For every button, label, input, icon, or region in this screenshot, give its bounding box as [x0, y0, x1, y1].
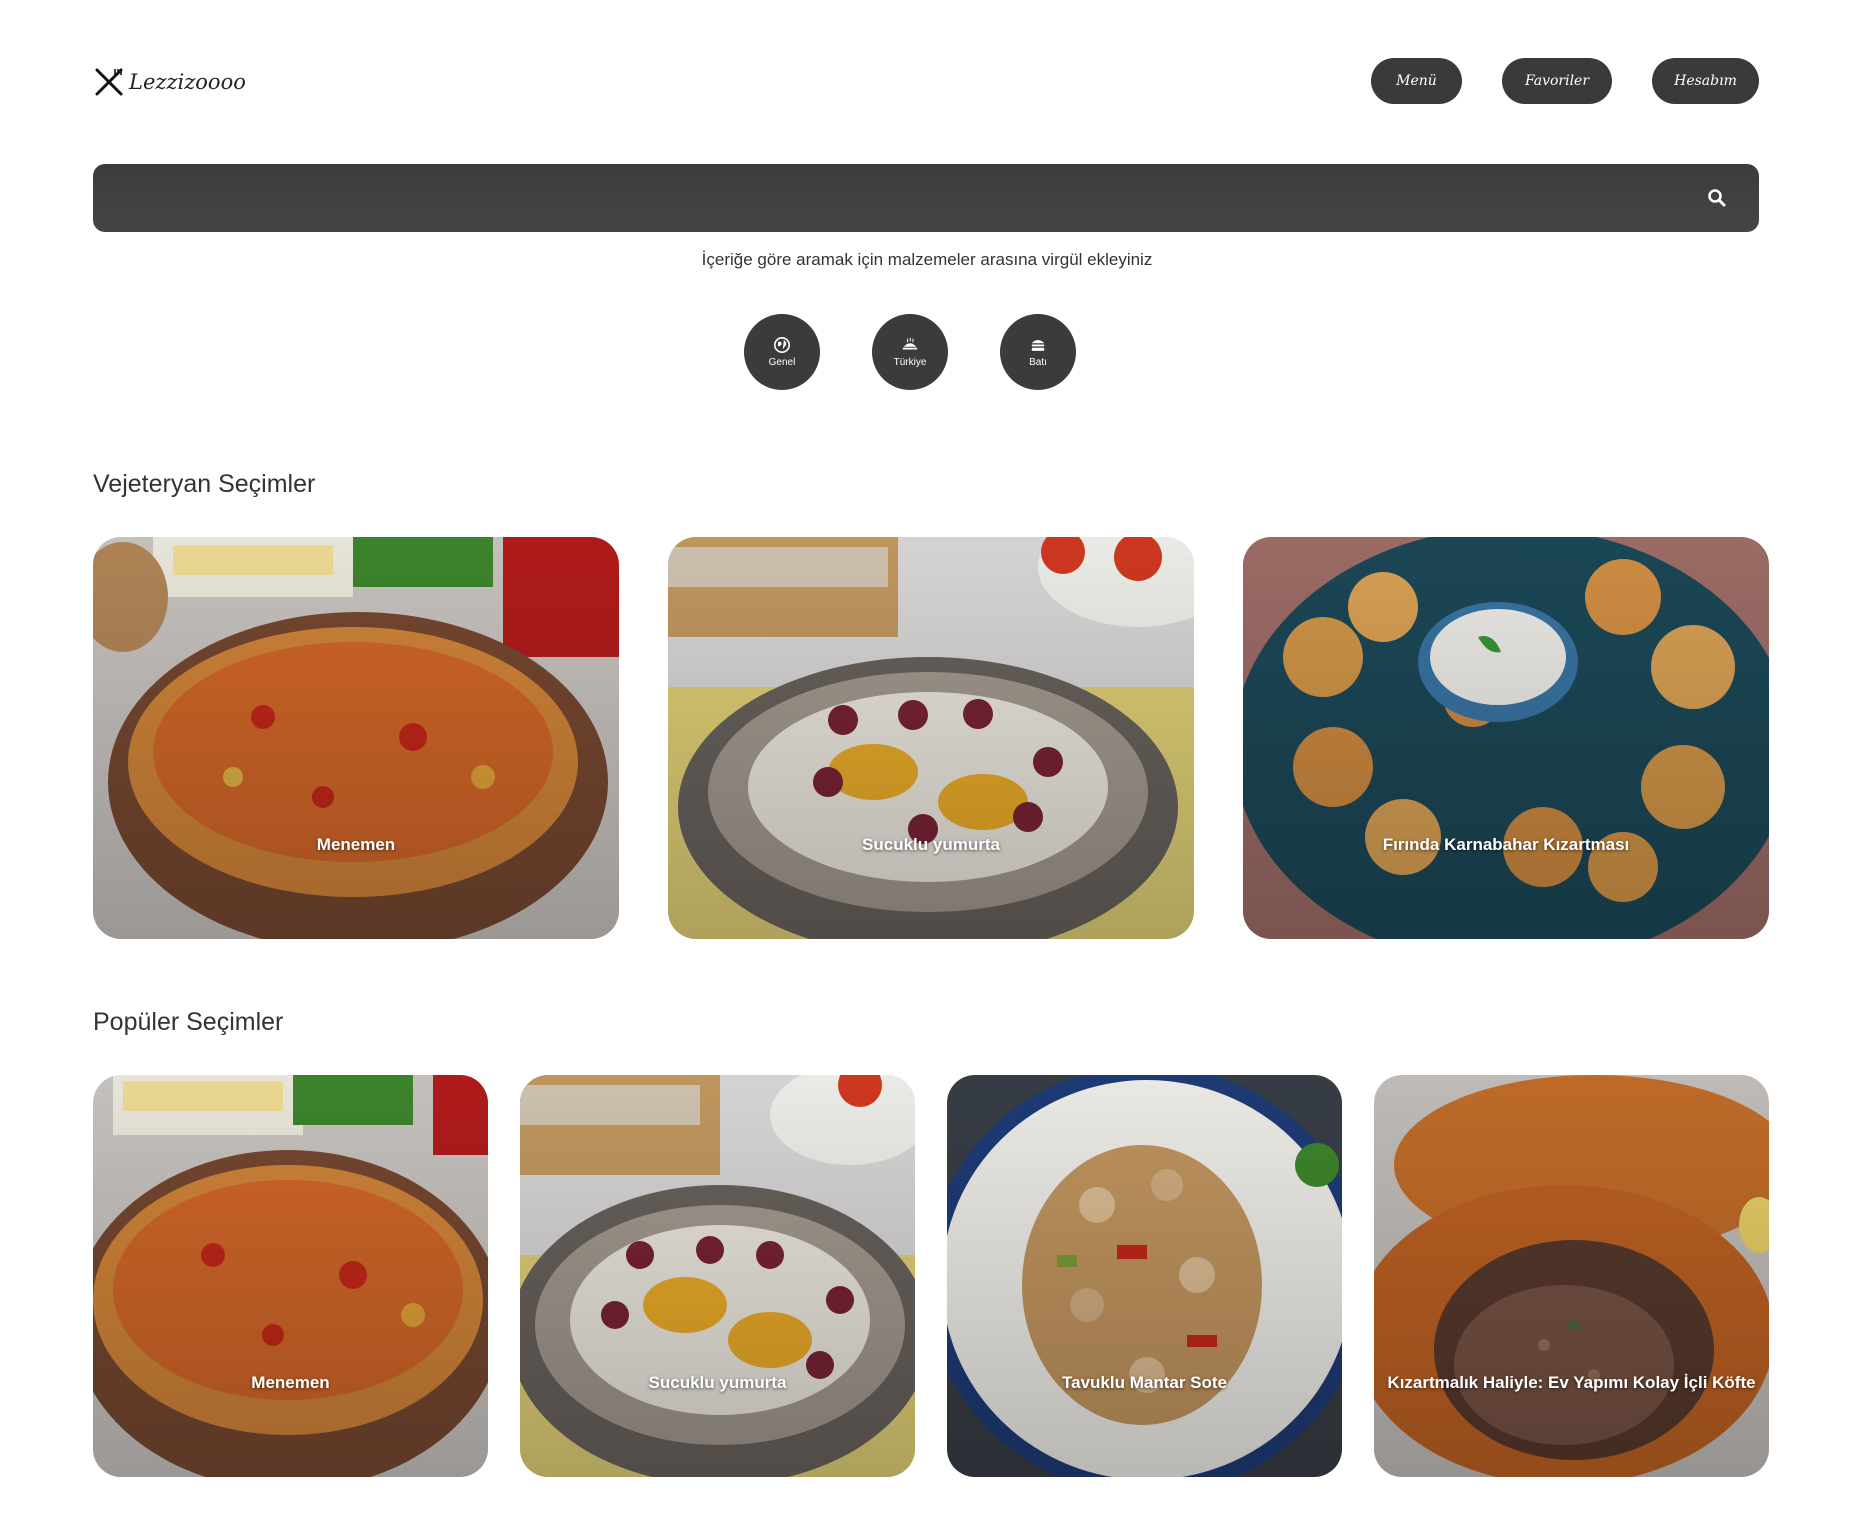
category-turkey[interactable]: Türkiye — [872, 314, 948, 390]
recipe-card-label: Menemen — [251, 1373, 330, 1392]
turkey-food-icon — [902, 337, 918, 350]
recipe-card-label: Tavuklu Mantar Sote — [1062, 1373, 1227, 1392]
recipe-card-label: Sucuklu yumurta — [862, 835, 1000, 854]
card-shade — [520, 1075, 915, 1477]
recipe-card-tavuklu-mantar-sote[interactable]: Tavuklu Mantar Sote — [947, 1075, 1342, 1477]
category-west[interactable]: Batı — [1000, 314, 1076, 390]
search-hint: İçeriğe göre aramak için malzemeler aras… — [701, 250, 1153, 269]
category-label: Türkiye — [893, 357, 927, 368]
recipe-card-menemen[interactable]: Menemen — [93, 1075, 488, 1477]
favorites-button[interactable]: Favoriler — [1502, 58, 1612, 104]
card-shade — [93, 1075, 488, 1477]
category-filters: Genel Türkiye Batı — [744, 314, 1076, 390]
top-nav: Menü Favoriler Hesabım — [1371, 58, 1759, 104]
category-label: Batı — [1029, 357, 1047, 368]
recipe-card-sucuklu-yumurta[interactable]: Sucuklu yumurta — [520, 1075, 915, 1477]
header: Lezzizoooo Menü Favoriler Hesabım — [93, 58, 1759, 106]
search-icon[interactable] — [1705, 186, 1729, 210]
account-button[interactable]: Hesabım — [1652, 58, 1759, 104]
recipe-card-sucuklu-yumurta[interactable]: Sucuklu yumurta — [668, 537, 1194, 939]
card-shade — [947, 1075, 1342, 1477]
recipe-card-label: Sucuklu yumurta — [648, 1373, 787, 1392]
category-label: Genel — [768, 357, 796, 368]
section-title-popular: Popüler Seçimler — [93, 1008, 284, 1036]
search-bar — [93, 164, 1759, 234]
category-general[interactable]: Genel — [744, 314, 820, 390]
card-shade — [93, 537, 619, 939]
card-shade — [1243, 537, 1769, 939]
recipe-card-menemen[interactable]: Menemen — [93, 537, 619, 939]
card-shade — [668, 537, 1194, 939]
globe-icon — [773, 336, 791, 354]
recipe-card-label: Kızartmalık Haliyle: Ev Yapımı Kolay İçl… — [1387, 1373, 1756, 1392]
recipe-card-karnabahar[interactable]: Fırında Karnabahar Kızartması — [1243, 537, 1769, 939]
search-input[interactable] — [113, 164, 1677, 234]
logo-text: Lezzizoooo — [129, 70, 246, 94]
recipe-card-label: Menemen — [316, 835, 396, 854]
burger-icon — [1031, 340, 1045, 351]
menu-button[interactable]: Menü — [1371, 58, 1462, 104]
logo[interactable]: Lezzizoooo — [93, 66, 246, 98]
recipe-card-label: Fırında Karnabahar Kızartması — [1382, 835, 1630, 854]
fork-knife-icon — [95, 68, 123, 96]
section-title-vegetarian: Vejeteryan Seçimler — [93, 470, 316, 498]
card-shade — [1374, 1075, 1769, 1477]
recipe-card-icli-kofte[interactable]: Kızartmalık Haliyle: Ev Yapımı Kolay İçl… — [1374, 1075, 1769, 1477]
